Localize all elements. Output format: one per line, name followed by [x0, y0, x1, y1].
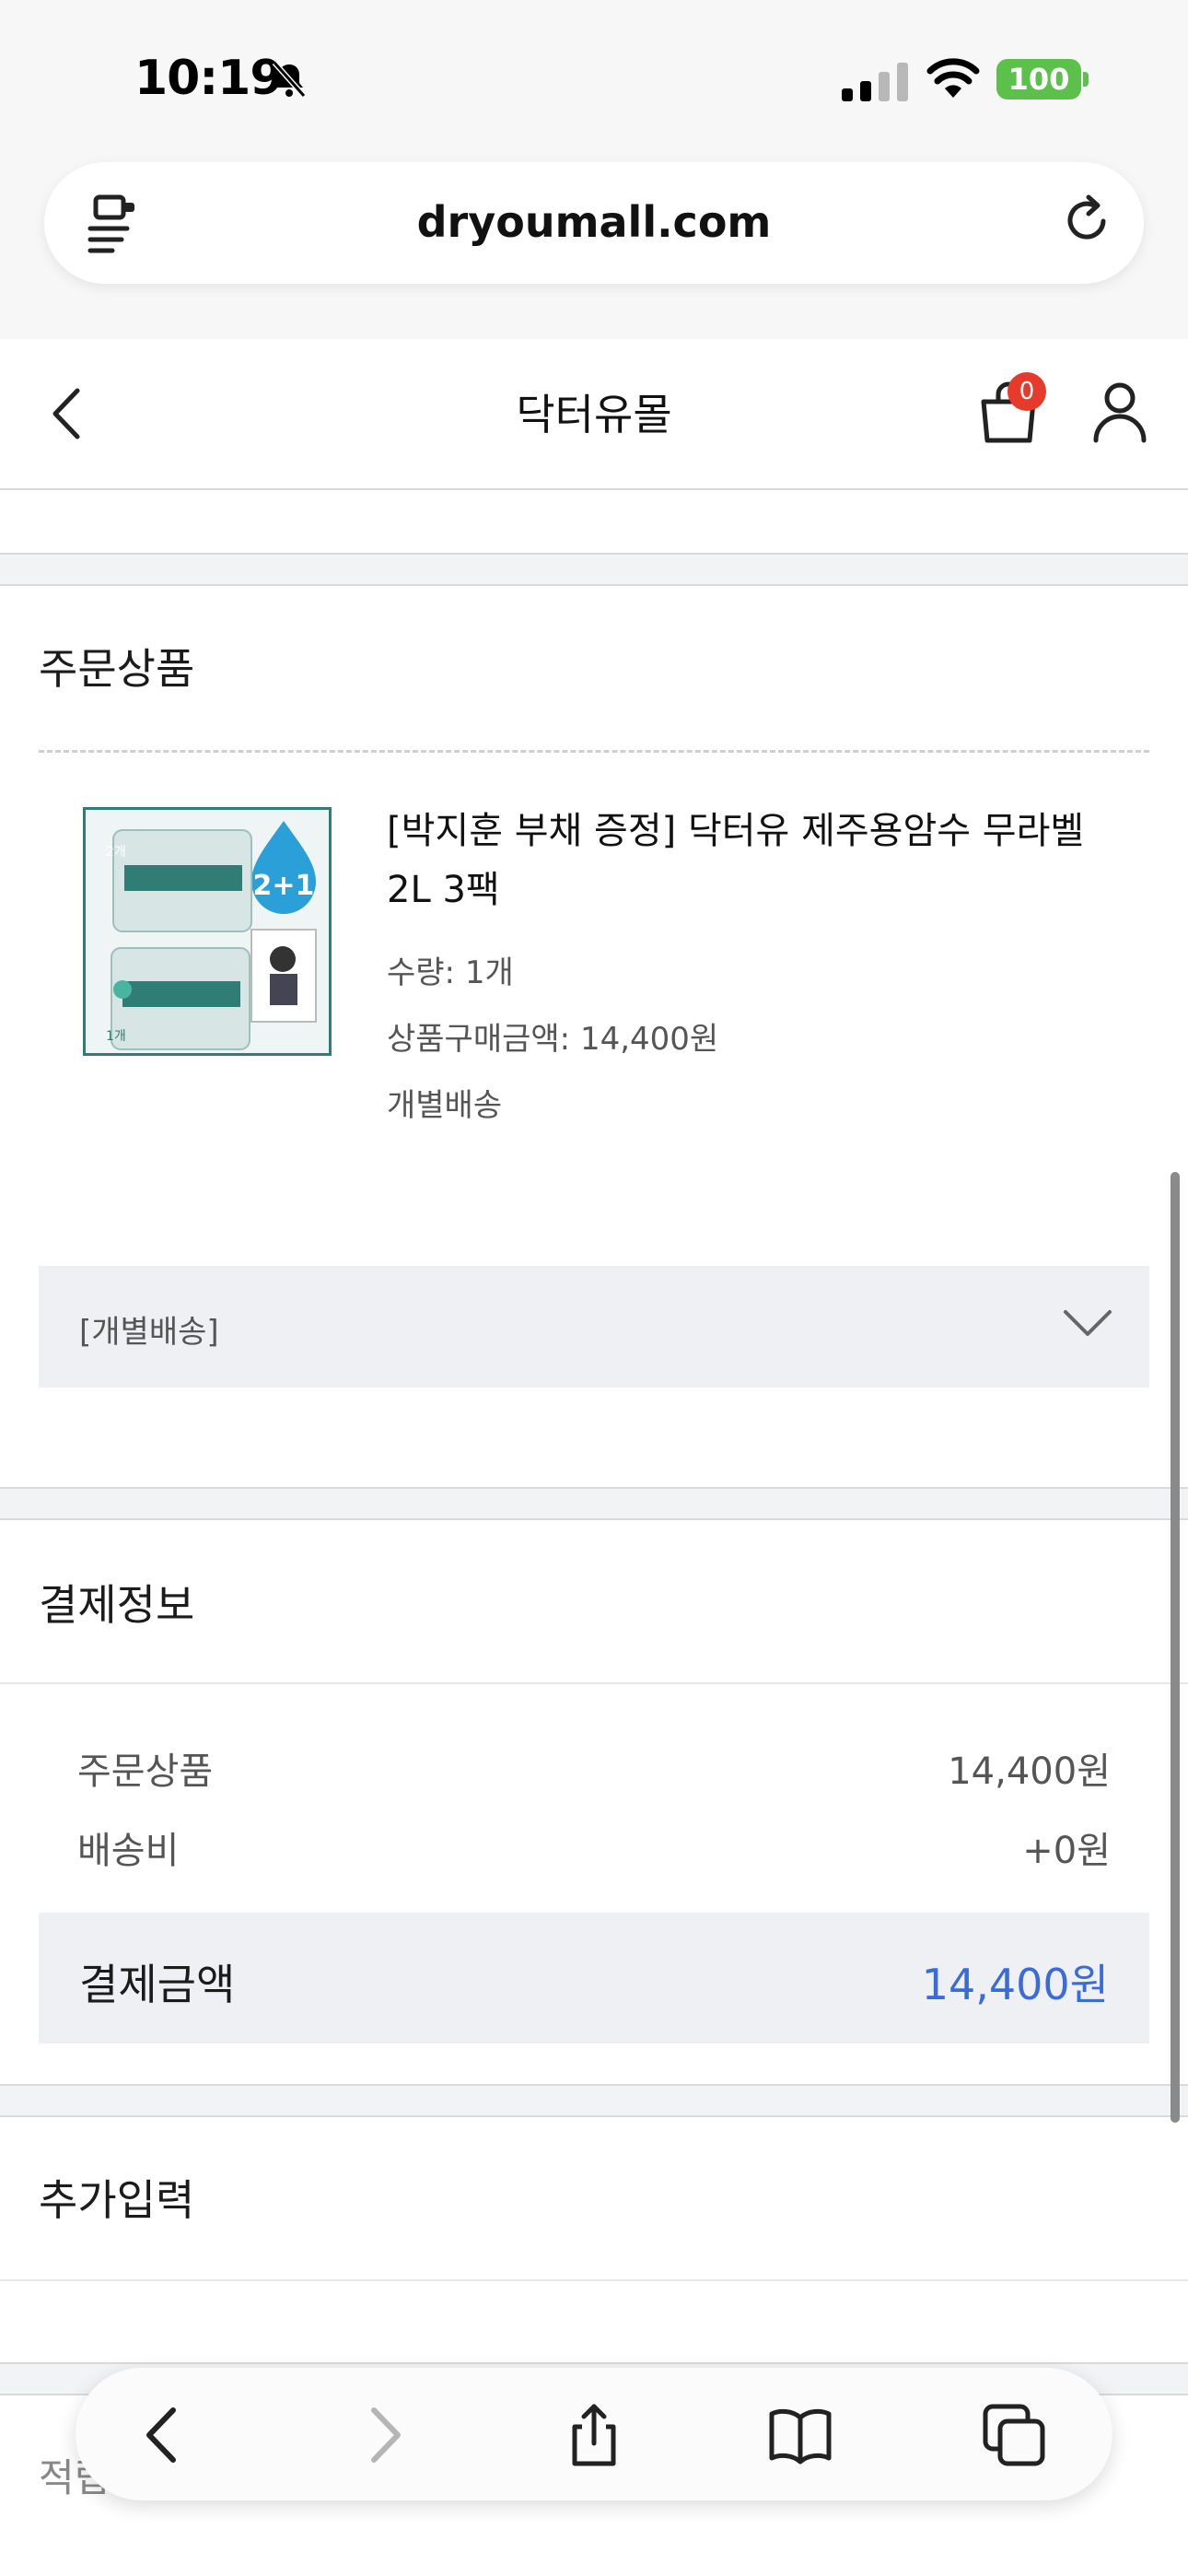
scrollbar[interactable]: [1171, 1172, 1180, 2123]
extra-input-title: 추가입력: [39, 2175, 195, 2225]
cellular-signal-icon: [842, 63, 908, 101]
product-price: 상품구매금액: 14,400원: [387, 1021, 719, 1058]
total-payment-label: 결제금액: [79, 1960, 236, 2009]
thumb-badge: 2+1: [253, 870, 315, 902]
bookmarks-icon[interactable]: [768, 2403, 833, 2467]
tabs-icon[interactable]: [982, 2403, 1046, 2467]
thumb-label-1: 2개: [106, 845, 126, 860]
reload-icon[interactable]: [1057, 192, 1116, 251]
order-items-title: 주문상품: [39, 644, 195, 694]
payment-info-title: 결제정보: [39, 1580, 195, 1630]
site-header: 닥터유몰 0: [0, 339, 1188, 490]
total-payment-box: 결제금액 14,400원: [39, 1913, 1149, 2043]
browser-forward-icon[interactable]: [352, 2403, 416, 2467]
shipping-dropdown-label: [개별배송]: [79, 1314, 219, 1351]
share-icon[interactable]: [562, 2403, 626, 2467]
bell-off-icon: [272, 61, 307, 98]
order-amount-value: 14,400원: [948, 1751, 1111, 1793]
battery-tip: [1083, 72, 1089, 87]
cart-count-badge: 0: [1007, 372, 1046, 411]
product-shipping: 개별배송: [387, 1087, 503, 1124]
battery-indicator: 100: [996, 59, 1081, 100]
divider: [0, 2279, 1188, 2281]
divider: [0, 1682, 1188, 1684]
product-name[interactable]: [박지훈 부채 증정] 닥터유 제주용암수 무라벨 2L 3팩: [387, 802, 1124, 919]
user-icon[interactable]: [1090, 380, 1149, 444]
browser-bottom-toolbar: [76, 2368, 1112, 2500]
section-separator: [0, 553, 1188, 586]
shipping-fee-value: +0원: [1022, 1830, 1111, 1872]
order-amount-label: 주문상품: [77, 1751, 214, 1793]
section-separator: [0, 2084, 1188, 2117]
thumb-label-2: 1개: [106, 1029, 126, 1044]
dashed-divider: [39, 750, 1149, 753]
shipping-fee-label: 배송비: [77, 1830, 180, 1872]
product-image: 2+1 2개 1개: [86, 810, 329, 1053]
section-separator: [0, 1487, 1188, 1520]
product-quantity: 수량: 1개: [387, 954, 514, 991]
product-thumbnail[interactable]: 2+1 2개 1개: [83, 807, 332, 1056]
shipping-dropdown[interactable]: [개별배송]: [39, 1266, 1149, 1388]
wifi-icon: [926, 58, 980, 98]
browser-back-icon[interactable]: [131, 2403, 195, 2467]
total-payment-value: 14,400원: [921, 1960, 1109, 2009]
url-text[interactable]: dryoumall.com: [44, 197, 1144, 247]
chevron-down-icon: [1064, 1310, 1112, 1336]
status-time: 10:19: [134, 51, 284, 106]
address-bar[interactable]: dryoumall.com: [44, 162, 1144, 284]
status-bar: 10:19 100: [0, 0, 1188, 157]
